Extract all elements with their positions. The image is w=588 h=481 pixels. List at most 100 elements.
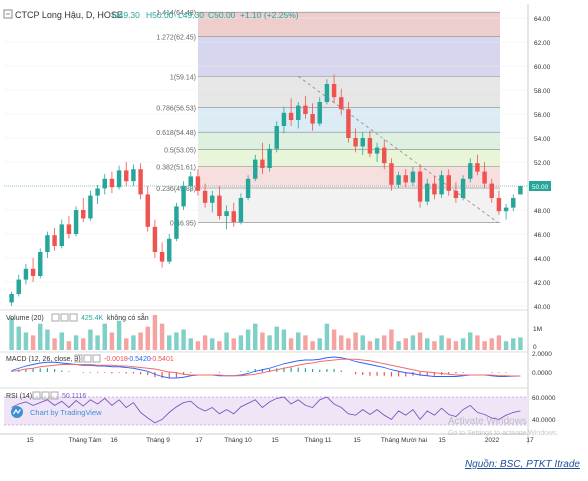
candle-body	[288, 112, 294, 120]
candle-body	[95, 188, 100, 196]
candle-body	[468, 163, 473, 179]
price-tick-label: 46.00	[534, 232, 551, 239]
volume-bar	[231, 338, 236, 350]
volume-bar	[124, 338, 129, 350]
candle-body	[188, 176, 193, 186]
volume-bar	[73, 335, 79, 350]
volume-value: 425.4K	[81, 315, 104, 322]
volume-bar	[339, 335, 344, 350]
close-icon[interactable]	[92, 354, 101, 363]
candle-body	[152, 226, 158, 252]
volume-bar	[145, 326, 150, 350]
price-tick-label: 42.00	[534, 280, 551, 287]
volume-bar	[367, 341, 373, 350]
price-tick-label: 56.00	[534, 112, 551, 119]
candle-body	[102, 178, 107, 189]
volume-bar	[296, 332, 301, 350]
date-tick-label: 15	[353, 437, 361, 444]
close-icon[interactable]	[69, 313, 78, 322]
candle-body	[453, 190, 459, 198]
volume-axis-top: 1M	[533, 326, 542, 333]
eye-icon[interactable]	[51, 313, 60, 322]
macd-label: MACD (12, 26, close, 9)	[6, 356, 81, 363]
volume-bar	[382, 335, 387, 350]
date-tick-label: Tháng Tám	[68, 437, 101, 444]
candle-body	[281, 112, 287, 126]
candle-body	[496, 198, 502, 212]
date-tick-label: Tháng 11	[305, 437, 332, 444]
candle-body	[30, 268, 36, 276]
volume-bar	[59, 332, 64, 350]
volume-bar	[288, 338, 294, 350]
candle-body	[360, 138, 365, 147]
macd-line-value: -0.5420	[127, 356, 151, 363]
volume-bar	[152, 314, 158, 350]
volume-bar	[23, 332, 29, 350]
macd-axis-top: 2.0000	[532, 351, 552, 358]
volume-bar	[81, 338, 86, 350]
volume-bar	[425, 338, 430, 350]
volume-bar	[167, 335, 172, 350]
candle-body	[382, 147, 387, 164]
volume-bar	[131, 335, 136, 350]
date-tick-label: 16	[110, 437, 118, 444]
candle-body	[245, 178, 251, 198]
candle-body	[439, 175, 444, 195]
candle-body	[518, 186, 523, 195]
symbol-title: CTCP Long Hậu, D, HOSE	[15, 10, 123, 20]
candle-body	[432, 183, 437, 195]
candle-body	[145, 194, 150, 227]
macd-signal-value: -0.5401	[150, 356, 174, 363]
candle-body	[503, 207, 509, 212]
fib-band	[198, 76, 500, 108]
volume-bar	[224, 332, 229, 350]
volume-bar	[453, 341, 459, 350]
candle-body	[59, 224, 64, 246]
fib-level-label: 0.618(54.48)	[156, 130, 196, 137]
volume-bar	[403, 338, 408, 350]
source-caption: Nguồn: BSC, PTKT Itrade	[464, 459, 580, 470]
fib-level-label: 0.786(56.53)	[156, 106, 196, 113]
candle-body	[231, 211, 236, 222]
candle-body	[210, 195, 215, 203]
price-tick-label: 58.00	[534, 88, 551, 95]
candle-body	[267, 148, 272, 168]
volume-bar	[95, 335, 100, 350]
candle-body	[238, 198, 244, 222]
settings-icon[interactable]	[60, 313, 69, 322]
candle-body	[446, 175, 451, 191]
volume-axis-bottom: 0	[533, 344, 537, 351]
volume-bar	[303, 335, 308, 350]
candle-body	[511, 198, 516, 208]
candle-body	[389, 163, 394, 185]
volume-bar	[317, 338, 322, 350]
chart-by-text: Chart by TradingView	[30, 408, 102, 417]
date-tick-label: Tháng Mười hai	[381, 437, 427, 444]
candle-body	[460, 178, 466, 198]
price-tick-label: 52.00	[534, 160, 551, 167]
candle-body	[403, 175, 408, 183]
trading-chart[interactable]: 1.414(64.48)1.272(62.45)1(59.14)0.786(56…	[0, 0, 588, 476]
volume-bar	[88, 329, 93, 350]
volume-bar	[217, 341, 222, 350]
candle-body	[66, 224, 72, 234]
volume-bar	[331, 329, 337, 350]
candle-body	[374, 147, 380, 154]
candle-body	[73, 210, 79, 234]
candle-body	[260, 159, 265, 168]
price-tick-label: 40.00	[534, 304, 551, 311]
volume-bar	[267, 335, 272, 350]
fib-level-label: 0.5(53.05)	[164, 147, 196, 154]
price-tick-label: 44.00	[534, 256, 551, 263]
volume-bar	[374, 338, 380, 350]
last-price-label: 50.00	[532, 184, 549, 191]
rsi-value: 50.1116	[62, 393, 86, 400]
settings-icon[interactable]	[83, 354, 92, 363]
fib-band	[198, 149, 500, 167]
rsi-axis-60: 60.0000	[532, 395, 556, 402]
volume-bar	[66, 341, 72, 350]
volume-bar	[460, 338, 466, 350]
candle-body	[159, 252, 165, 262]
candle-body	[167, 238, 172, 262]
price-tick-label: 64.00	[534, 16, 551, 23]
